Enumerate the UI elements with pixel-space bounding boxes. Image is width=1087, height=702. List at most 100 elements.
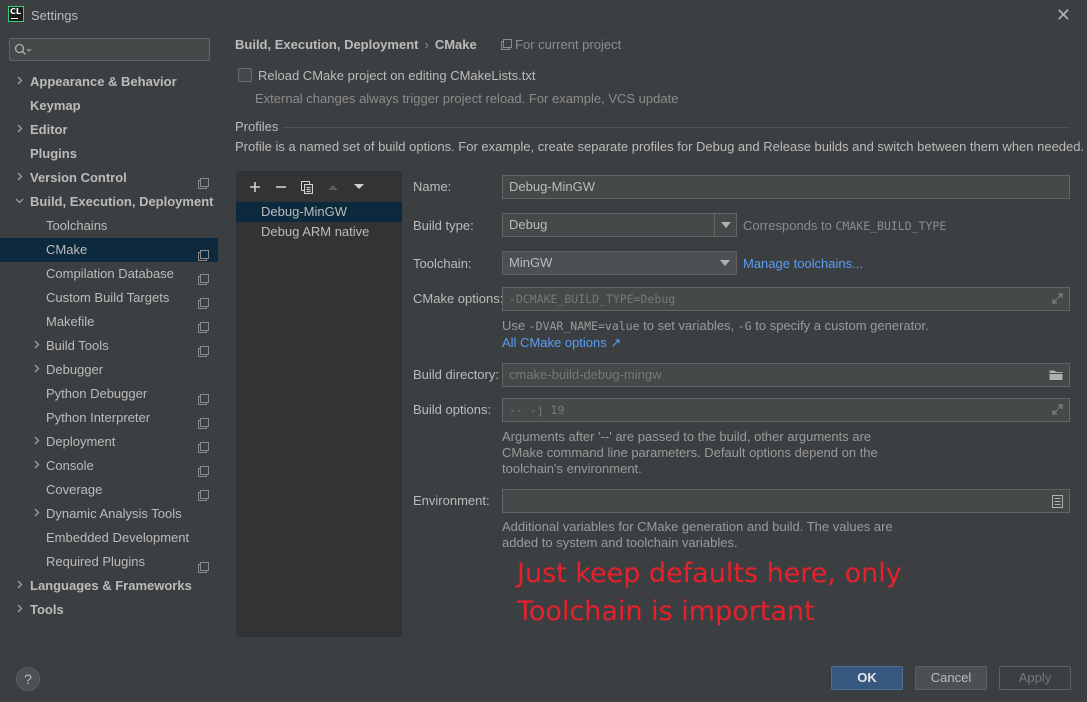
reload-hint: External changes always trigger project … <box>255 91 679 106</box>
all-cmake-options-link[interactable]: All CMake options ↗ <box>502 335 621 351</box>
build-type-combo[interactable]: Debug <box>502 213 737 237</box>
sidebar-item-plugins[interactable]: Plugins <box>0 142 218 166</box>
cmake-options-field[interactable]: -DCMAKE_BUILD_TYPE=Debug <box>502 287 1070 311</box>
remove-icon[interactable] <box>268 178 294 196</box>
build-options-label: Build options: <box>413 402 492 417</box>
project-scope-icon <box>198 389 209 405</box>
sidebar-item-compilation-database[interactable]: Compilation Database <box>0 262 218 286</box>
environment-field[interactable] <box>502 489 1070 513</box>
sidebar-item-build-tools[interactable]: Build Tools <box>0 334 218 358</box>
chevron-right-icon[interactable] <box>31 430 41 454</box>
chevron-right-icon[interactable] <box>14 574 24 598</box>
chevron-down-icon[interactable] <box>14 190 24 214</box>
sidebar-item-languages-frameworks[interactable]: Languages & Frameworks <box>0 574 218 598</box>
chevron-right-icon[interactable] <box>14 118 24 142</box>
sidebar-item-editor[interactable]: Editor <box>0 118 218 142</box>
breadcrumb-current: CMake <box>434 37 477 52</box>
sidebar-item-dynamic-analysis-tools[interactable]: Dynamic Analysis Tools <box>0 502 218 526</box>
sidebar-item-label: Python Interpreter <box>46 410 151 425</box>
sidebar-item-deployment[interactable]: Deployment <box>0 430 218 454</box>
chevron-right-icon[interactable] <box>14 70 24 94</box>
search-input[interactable] <box>36 41 206 58</box>
chevron-right-icon[interactable] <box>31 358 41 382</box>
hint-text: to set variables, <box>639 318 738 333</box>
window-title: Settings <box>31 8 78 23</box>
settings-search[interactable] <box>9 38 210 61</box>
name-field[interactable]: Debug-MinGW <box>502 175 1070 199</box>
project-scope-icon <box>198 341 209 357</box>
copy-icon[interactable] <box>294 178 320 196</box>
sidebar-item-cmake[interactable]: CMake <box>0 238 218 262</box>
move-down-icon[interactable] <box>346 178 372 196</box>
build-directory-placeholder: cmake-build-debug-mingw <box>509 367 662 382</box>
sidebar-item-build-execution-deployment[interactable]: Build, Execution, Deployment <box>0 190 218 214</box>
sidebar-item-embedded-development[interactable]: Embedded Development <box>0 526 218 550</box>
cancel-button[interactable]: Cancel <box>915 666 987 690</box>
build-options-field[interactable]: -- -j 19 <box>502 398 1070 422</box>
edit-list-icon[interactable] <box>1052 495 1063 508</box>
sidebar-item-label: Deployment <box>46 434 116 449</box>
sidebar-item-label: Appearance & Behavior <box>30 74 177 89</box>
reload-checkbox-label[interactable]: Reload CMake project on editing CMakeLis… <box>258 68 535 83</box>
chevron-down-icon[interactable] <box>714 214 736 236</box>
hint-line: Arguments after '--' are passed to the b… <box>502 429 872 444</box>
project-scope-icon <box>198 485 209 501</box>
breadcrumb-parent[interactable]: Build, Execution, Deployment <box>235 37 418 52</box>
project-scope-icon <box>198 293 209 309</box>
sidebar-item-custom-build-targets[interactable]: Custom Build Targets <box>0 286 218 310</box>
expand-icon[interactable] <box>1052 404 1063 415</box>
chevron-right-icon[interactable] <box>14 166 24 190</box>
ok-button[interactable]: OK <box>831 666 903 690</box>
folder-icon[interactable] <box>1049 369 1063 381</box>
sidebar-item-label: Python Debugger <box>46 386 148 401</box>
manage-toolchains-link[interactable]: Manage toolchains... <box>743 256 863 271</box>
chevron-right-icon[interactable] <box>31 334 41 358</box>
sidebar-item-python-interpreter[interactable]: Python Interpreter <box>0 406 218 430</box>
chevron-right-icon[interactable] <box>14 598 24 622</box>
environment-label: Environment: <box>413 493 490 508</box>
help-button[interactable]: ? <box>16 667 40 691</box>
sidebar-item-label: Custom Build Targets <box>46 290 170 305</box>
sidebar-item-debugger[interactable]: Debugger <box>0 358 218 382</box>
hint-code: -G <box>737 319 752 333</box>
build-type-hint-text: Corresponds to <box>743 218 836 233</box>
profiles-divider <box>283 127 1070 128</box>
sidebar-item-keymap[interactable]: Keymap <box>0 94 218 118</box>
scope-indicator: For current project <box>501 37 621 52</box>
apply-button[interactable]: Apply <box>999 666 1071 690</box>
sidebar-item-label: Debugger <box>46 362 104 377</box>
move-up-icon <box>320 178 346 196</box>
profile-list-toolbar <box>242 178 372 196</box>
chevron-right-icon[interactable] <box>31 454 41 478</box>
profile-item[interactable]: Debug-MinGW <box>236 202 402 222</box>
sidebar-item-version-control[interactable]: Version Control <box>0 166 218 190</box>
project-scope-icon <box>198 461 209 477</box>
sidebar-item-coverage[interactable]: Coverage <box>0 478 218 502</box>
add-icon[interactable] <box>242 178 268 196</box>
scope-text: For current project <box>515 37 622 52</box>
hint-line: Additional variables for CMake generatio… <box>502 519 893 534</box>
title-bar: CL Settings ✕ <box>0 0 1087 30</box>
sidebar-item-python-debugger[interactable]: Python Debugger <box>0 382 218 406</box>
sidebar-item-appearance-behavior[interactable]: Appearance & Behavior <box>0 70 218 94</box>
expand-icon[interactable] <box>1052 293 1063 304</box>
profiles-description: Profile is a named set of build options.… <box>235 139 1085 154</box>
close-icon[interactable]: ✕ <box>1056 5 1071 26</box>
sidebar-item-label: Embedded Development <box>46 530 190 545</box>
build-type-label: Build type: <box>413 218 474 233</box>
sidebar-item-toolchains[interactable]: Toolchains <box>0 214 218 238</box>
toolchain-combo[interactable]: MinGW <box>502 251 737 275</box>
build-directory-field[interactable]: cmake-build-debug-mingw <box>502 363 1070 387</box>
profile-item[interactable]: Debug ARM native <box>236 222 402 242</box>
settings-tree: Appearance & Behavior Keymap Editor Plugins… <box>0 70 218 622</box>
sidebar-item-required-plugins[interactable]: Required Plugins <box>0 550 218 574</box>
sidebar-item-makefile[interactable]: Makefile <box>0 310 218 334</box>
hint-text: to specify a custom generator. <box>751 318 929 333</box>
project-scope-icon <box>198 269 209 285</box>
sidebar-item-console[interactable]: Console <box>0 454 218 478</box>
chevron-right-icon[interactable] <box>31 502 41 526</box>
sidebar-item-label: Console <box>46 458 94 473</box>
sidebar-item-tools[interactable]: Tools <box>0 598 218 622</box>
reload-checkbox[interactable] <box>238 68 252 82</box>
chevron-down-icon[interactable] <box>714 252 736 274</box>
